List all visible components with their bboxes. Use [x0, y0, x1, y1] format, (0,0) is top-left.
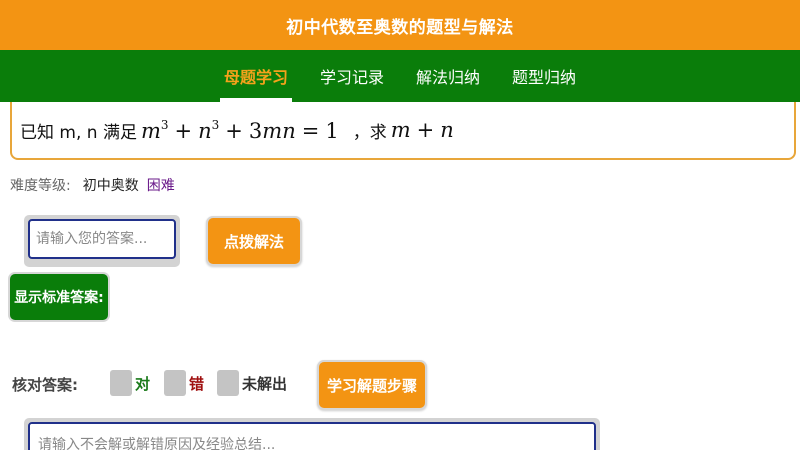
check-unsolved-label: 未解出	[242, 374, 288, 393]
question-prefix: 已知 m, n 满足	[20, 122, 137, 143]
nav-bar: 母题学习 学习记录 解法归纳 题型归纳	[0, 50, 800, 102]
question-card: 已知 m, n 满足 m3 + n3 +3mn = 1 ，求 m + n	[10, 102, 796, 160]
var-m: m	[390, 118, 411, 142]
tab-label: 学习记录	[319, 68, 384, 87]
check-right-label: 对	[135, 374, 151, 393]
coefficient: 3	[248, 118, 263, 143]
notes-input-wrapper	[24, 418, 600, 450]
plus-sign: +	[174, 118, 193, 143]
var-m: m	[140, 118, 161, 143]
question-equation: m3 + n3 +3mn = 1	[141, 118, 339, 143]
difficulty-row: 难度等级: 初中奥数 困难	[10, 175, 175, 195]
tab-label: 母题学习	[223, 68, 288, 87]
tab-label: 题型归纳	[512, 68, 577, 87]
check-unsolved-option[interactable]: 未解出	[217, 369, 287, 397]
plus-sign: +	[416, 118, 435, 142]
check-wrong-label: 错	[189, 374, 205, 393]
checkbox-wrong[interactable]	[164, 370, 186, 396]
plus-sign: +	[225, 118, 243, 143]
tab-mother-problem[interactable]: 母题学习	[210, 50, 302, 102]
difficulty-label: 难度等级:	[10, 178, 71, 194]
checkbox-unsolved[interactable]	[217, 370, 239, 396]
question-target: m + n	[391, 118, 454, 142]
tab-method-summary[interactable]: 解法归纳	[402, 50, 494, 102]
tab-type-summary[interactable]: 题型归纳	[498, 50, 590, 102]
tab-study-record[interactable]: 学习记录	[306, 50, 398, 102]
answer-input-wrapper	[24, 215, 180, 267]
difficulty-tag: 困难	[146, 178, 175, 194]
difficulty-level: 初中奥数	[82, 178, 139, 194]
app-title: 初中代数至奥数的题型与解法	[286, 17, 514, 38]
tab-label: 解法归纳	[416, 68, 481, 87]
notes-input[interactable]	[28, 422, 596, 450]
app-title-bar: 初中代数至奥数的题型与解法	[0, 0, 800, 50]
answer-input[interactable]	[28, 219, 176, 259]
check-wrong-option[interactable]: 错	[164, 369, 204, 397]
exponent: 3	[160, 117, 169, 132]
check-right-option[interactable]: 对	[110, 369, 150, 397]
check-answer-label: 核对答案:	[12, 376, 78, 394]
hint-button[interactable]: 点拨解法	[206, 216, 302, 266]
var-n: n	[440, 118, 454, 142]
show-answer-button[interactable]: 显示标准答案:	[8, 272, 110, 322]
exponent: 3	[211, 117, 220, 132]
equals-sign: =	[301, 118, 320, 143]
rhs-value: 1	[325, 118, 339, 143]
question-ask: ，求	[352, 122, 387, 143]
var-n: n	[198, 118, 212, 143]
checkbox-right[interactable]	[110, 370, 132, 396]
var-mn: mn	[262, 118, 296, 143]
learn-steps-button[interactable]: 学习解题步骤	[317, 360, 427, 410]
